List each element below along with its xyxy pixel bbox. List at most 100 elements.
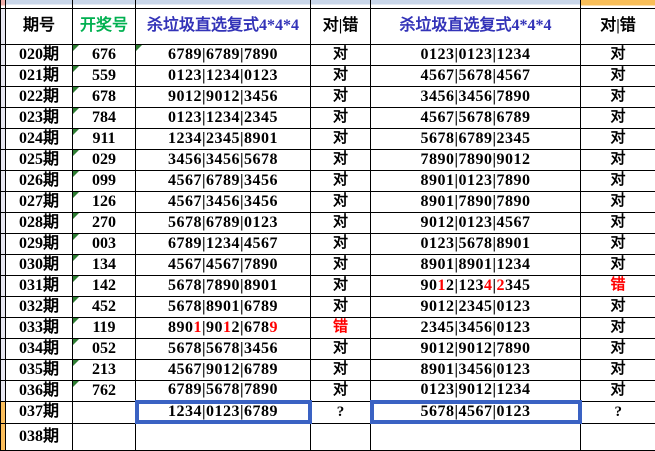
cell-period[interactable]: 032期 — [6, 296, 73, 317]
header-result1[interactable]: 对|错 — [311, 8, 371, 44]
cell-kill1[interactable]: 4567|4567|7890 — [136, 254, 311, 275]
cell-result1[interactable]: 对 — [311, 191, 371, 212]
cell-result2[interactable]: 对 — [581, 191, 655, 212]
cell-period[interactable]: 031期 — [6, 275, 73, 296]
cell-kill1[interactable]: 0123|1234|2345 — [136, 107, 311, 128]
cell-kill1[interactable]: 0123|1234|0123 — [136, 65, 311, 86]
cell-kill1[interactable]: 1234|2345|8901 — [136, 128, 311, 149]
cell-kill2[interactable]: 8901|7890|7890 — [371, 191, 581, 212]
cell-draw[interactable]: 142 — [73, 275, 136, 296]
cell-result1[interactable]: 对 — [311, 212, 371, 233]
cell-draw[interactable]: 213 — [73, 359, 136, 380]
cell-kill2[interactable]: 5678|6789|2345 — [371, 128, 581, 149]
header-result2[interactable]: 对|错 — [581, 8, 655, 44]
cell-result2[interactable]: 对 — [581, 44, 655, 65]
cell-result1[interactable]: 对 — [311, 44, 371, 65]
cell-period[interactable]: 026期 — [6, 170, 73, 191]
cell-kill2[interactable]: 5678|4567|0123 — [371, 401, 581, 423]
header-period[interactable]: 期号 — [6, 8, 73, 44]
cell-kill1[interactable] — [136, 423, 311, 450]
cell-draw[interactable]: 452 — [73, 296, 136, 317]
cell-result2[interactable]: 对 — [581, 65, 655, 86]
cell-draw[interactable]: 126 — [73, 191, 136, 212]
cell-result1[interactable]: 对 — [311, 149, 371, 170]
cell-result1[interactable]: 对 — [311, 296, 371, 317]
cell-result2[interactable]: ? — [581, 401, 655, 423]
cell-result2[interactable]: 对 — [581, 296, 655, 317]
cell-result2[interactable]: 对 — [581, 86, 655, 107]
cell-period[interactable]: 030期 — [6, 254, 73, 275]
cell-result1[interactable]: ? — [311, 401, 371, 423]
cell-kill2[interactable]: 7890|7890|9012 — [371, 149, 581, 170]
cell-draw[interactable]: 559 — [73, 65, 136, 86]
cell-period[interactable]: 029期 — [6, 233, 73, 254]
cell-kill2[interactable]: 8901|3456|0123 — [371, 359, 581, 380]
cell-kill2[interactable]: 8901|0123|7890 — [371, 170, 581, 191]
cell-kill1[interactable]: 4567|3456|3456 — [136, 191, 311, 212]
header-kill1[interactable]: 杀垃圾直选复式4*4*4 — [136, 8, 311, 44]
cell-result2[interactable]: 对 — [581, 107, 655, 128]
cell-result2[interactable]: 对 — [581, 170, 655, 191]
cell-kill1[interactable]: 6789|6789|7890 — [136, 44, 311, 65]
cell-result1[interactable]: 对 — [311, 107, 371, 128]
cell-period[interactable]: 023期 — [6, 107, 73, 128]
cell-period[interactable]: 037期 — [6, 401, 73, 423]
cell-period[interactable]: 025期 — [6, 149, 73, 170]
cell-result2[interactable]: 对 — [581, 128, 655, 149]
cell-result1[interactable]: 对 — [311, 170, 371, 191]
cell-kill2[interactable]: 4567|5678|4567 — [371, 65, 581, 86]
cell-result1[interactable]: 对 — [311, 233, 371, 254]
cell-kill2[interactable]: 4567|5678|6789 — [371, 107, 581, 128]
cell-kill1[interactable]: 5678|5678|3456 — [136, 338, 311, 359]
cell-kill2[interactable]: 9012|1234|2345 — [371, 275, 581, 296]
cell-result2[interactable] — [581, 423, 655, 450]
cell-result2[interactable]: 对 — [581, 212, 655, 233]
cell-draw[interactable]: 119 — [73, 317, 136, 338]
cell-result2[interactable]: 错 — [581, 275, 655, 296]
cell-draw[interactable]: 762 — [73, 380, 136, 401]
cell-draw[interactable]: 052 — [73, 338, 136, 359]
cell-result1[interactable]: 对 — [311, 359, 371, 380]
cell-result2[interactable]: 对 — [581, 338, 655, 359]
cell-result1[interactable]: 对 — [311, 254, 371, 275]
cell-result2[interactable]: 对 — [581, 233, 655, 254]
cell-period[interactable]: 035期 — [6, 359, 73, 380]
cell-draw[interactable]: 784 — [73, 107, 136, 128]
cell-result1[interactable]: 对 — [311, 65, 371, 86]
cell-result1[interactable] — [311, 423, 371, 450]
cell-draw[interactable] — [73, 401, 136, 423]
cell-kill2[interactable]: 0123|9012|1234 — [371, 380, 581, 401]
cell-kill1[interactable]: 3456|3456|5678 — [136, 149, 311, 170]
cell-draw[interactable] — [73, 423, 136, 450]
cell-kill2[interactable]: 0123|5678|8901 — [371, 233, 581, 254]
cell-kill2[interactable]: 0123|0123|1234 — [371, 44, 581, 65]
cell-result2[interactable]: 对 — [581, 254, 655, 275]
cell-kill2[interactable]: 9012|0123|4567 — [371, 212, 581, 233]
cell-period[interactable]: 038期 — [6, 423, 73, 450]
cell-period[interactable]: 036期 — [6, 380, 73, 401]
cell-draw[interactable]: 029 — [73, 149, 136, 170]
cell-result1[interactable]: 对 — [311, 128, 371, 149]
cell-kill2[interactable]: 2345|3456|0123 — [371, 317, 581, 338]
cell-result2[interactable]: 对 — [581, 380, 655, 401]
cell-result1[interactable]: 对 — [311, 275, 371, 296]
cell-period[interactable]: 033期 — [6, 317, 73, 338]
header-kill2[interactable]: 杀垃圾直选复式4*4*4 — [371, 8, 581, 44]
cell-kill1[interactable]: 8901|9012|6789 — [136, 317, 311, 338]
cell-draw[interactable]: 003 — [73, 233, 136, 254]
header-draw[interactable]: 开奖号 — [73, 8, 136, 44]
cell-period[interactable]: 027期 — [6, 191, 73, 212]
cell-result1[interactable]: 对 — [311, 380, 371, 401]
cell-kill2[interactable]: 8901|8901|1234 — [371, 254, 581, 275]
cell-draw[interactable]: 911 — [73, 128, 136, 149]
cell-kill2[interactable]: 9012|9012|7890 — [371, 338, 581, 359]
cell-kill1[interactable]: 6789|5678|7890 — [136, 380, 311, 401]
cell-period[interactable]: 024期 — [6, 128, 73, 149]
cell-result2[interactable]: 对 — [581, 149, 655, 170]
cell-kill1[interactable]: 1234|0123|6789 — [136, 401, 311, 423]
cell-draw[interactable]: 678 — [73, 86, 136, 107]
cell-result1[interactable]: 对 — [311, 86, 371, 107]
cell-kill1[interactable]: 6789|1234|4567 — [136, 233, 311, 254]
cell-kill1[interactable]: 4567|9012|6789 — [136, 359, 311, 380]
cell-draw[interactable]: 676 — [73, 44, 136, 65]
